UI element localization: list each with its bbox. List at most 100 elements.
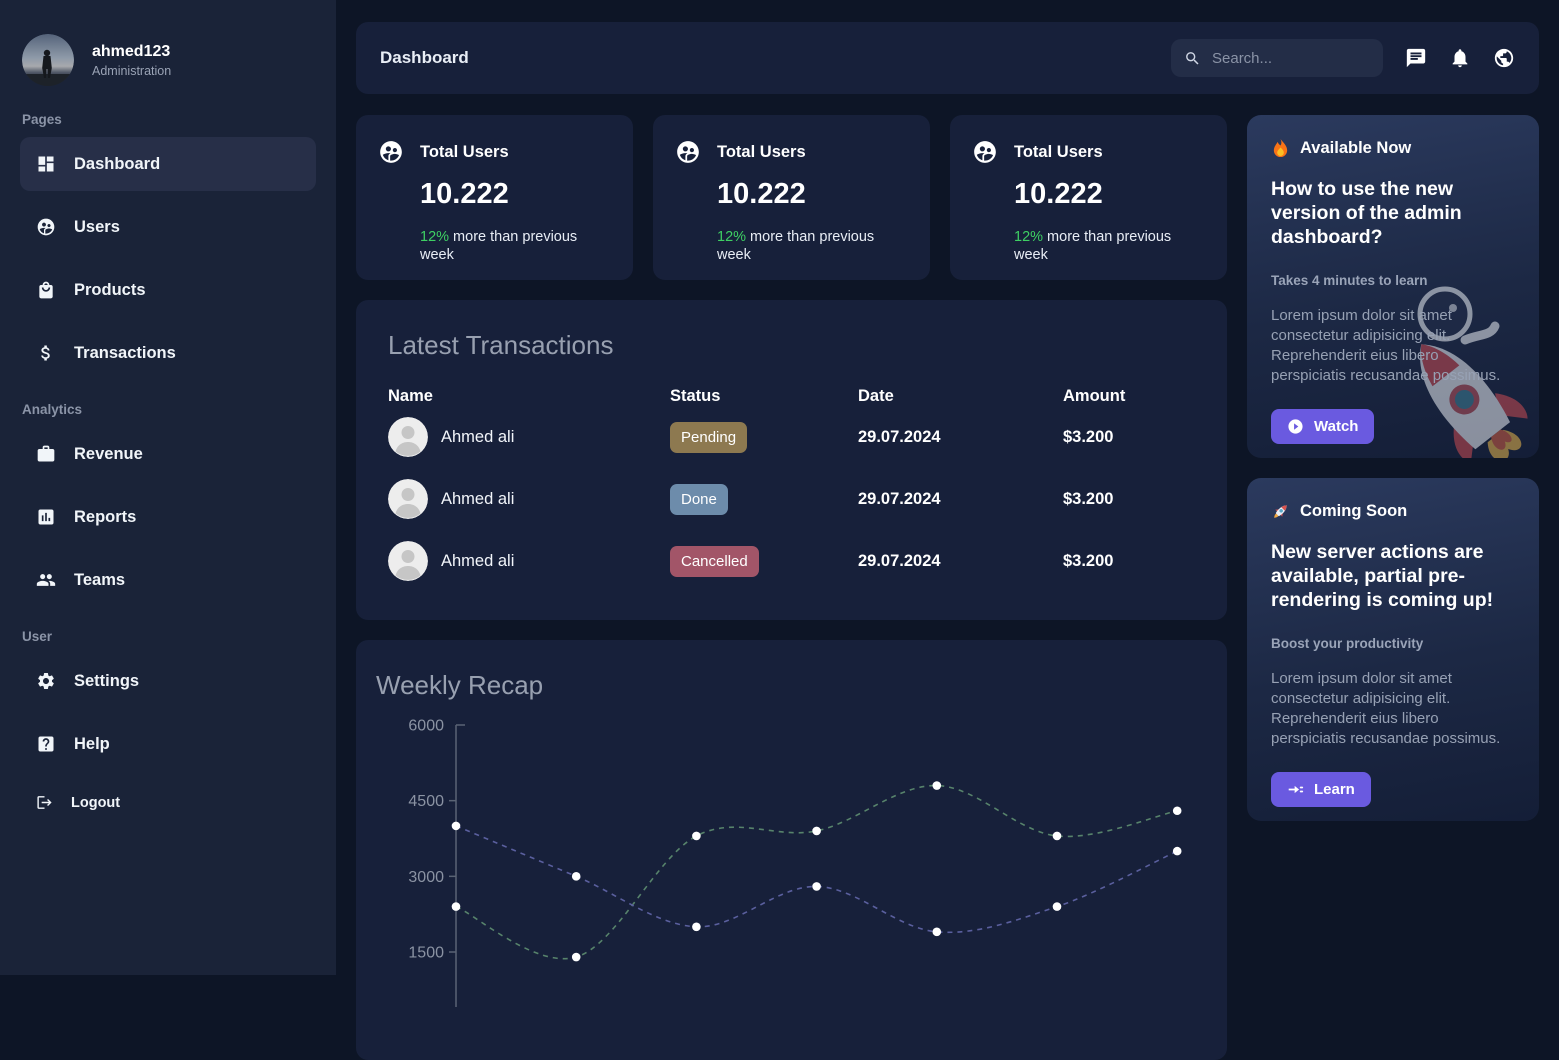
sidebar-item-label: Reports [74,508,136,527]
stat-value: 10.222 [420,178,611,211]
weekly-recap-chart: 1500300045006000 [376,707,1207,1007]
stat-percent: 12% [717,229,746,245]
sidebar-item-users[interactable]: Users [20,200,316,254]
stat-card-total-users: Total Users 10.222 12% more than previous … [950,115,1227,280]
status-badge: Cancelled [670,546,759,577]
nav-section-label: User [22,629,316,644]
profile-avatar [22,34,74,86]
sidebar-item-logout[interactable]: Logout [20,780,316,825]
transactions-title: Latest Transactions [388,330,1195,361]
sidebar-item-teams[interactable]: Teams [20,553,316,607]
promo-heading: New server actions are available, partia… [1271,541,1515,612]
weekly-recap-title: Weekly Recap [376,670,1207,701]
globe-icon [1493,47,1515,69]
transaction-amount: $3.200 [1063,428,1195,447]
transaction-row: Ahmed ali Pending 29.07.2024$3.200 [388,406,1195,468]
sidebar-item-label: Logout [71,795,120,811]
nav-section-label: Pages [22,112,316,127]
sidebar-item-products[interactable]: Products [20,263,316,317]
profile[interactable]: ahmed123 Administration [22,34,316,86]
users-circle-icon [972,139,998,165]
nav-section-label: Analytics [22,402,316,417]
sidebar-item-reports[interactable]: Reports [20,490,316,544]
left-column: Total Users 10.222 12% more than previous … [356,115,1227,1060]
language-button[interactable] [1493,47,1515,69]
search-icon [1184,50,1201,67]
stat-subtext: 12% more than previous week [1014,228,1184,264]
stat-subtext: 12% more than previous week [717,228,887,264]
dashboard-icon [36,154,56,174]
row-avatar [388,417,428,457]
transaction-date: 29.07.2024 [858,428,1063,447]
right-column: Available NowHow to use the new version … [1247,115,1539,1060]
logout-icon [36,794,53,811]
sidebar-item-label: Transactions [74,344,176,363]
watch-button[interactable]: Watch [1271,409,1374,444]
start-arrow-icon [1287,781,1304,798]
profile-photo [22,34,74,86]
bell-icon [1449,47,1471,69]
column-header-name: Name [388,387,670,406]
stat-percent: 12% [1014,229,1043,245]
status-badge: Pending [670,422,747,453]
promo-tag: Coming Soon [1271,502,1515,521]
column-header-status: Status [670,387,858,406]
promo-subtext: Takes 4 minutes to learn [1271,273,1515,288]
search-box[interactable] [1171,39,1383,77]
promo-tag: Available Now [1271,139,1515,158]
app-root: ahmed123 Administration Pages Dashboard Us… [0,0,1559,975]
sidebar-item-dashboard[interactable]: Dashboard [20,137,316,191]
sidebar-item-label: Users [74,218,120,237]
stat-value: 10.222 [1014,178,1205,211]
svg-text:3000: 3000 [408,869,444,886]
profile-role: Administration [92,64,171,78]
messages-button[interactable] [1405,47,1427,69]
stat-title: Total Users [420,143,509,162]
transaction-date: 29.07.2024 [858,552,1063,571]
stat-title: Total Users [717,143,806,162]
promo-body: Lorem ipsum dolor sit amet consectetur a… [1271,306,1515,386]
transaction-amount: $3.200 [1063,552,1195,571]
row-avatar [388,541,428,581]
column-header-amount: Amount [1063,387,1195,406]
transaction-name: Ahmed ali [441,428,514,447]
svg-text:1500: 1500 [408,945,444,962]
users-circle-icon [378,139,404,165]
profile-name: ahmed123 [92,43,171,61]
page-title: Dashboard [380,48,469,68]
settings-icon [36,671,56,691]
products-icon [36,280,56,300]
transactions-rows: Ahmed aliPending29.07.2024$3.200Ahmed al… [388,406,1195,592]
learn-button[interactable]: Learn [1271,772,1371,807]
transaction-row: Ahmed ali Cancelled 29.07.2024$3.200 [388,530,1195,592]
promo-card-available-now: Available NowHow to use the new version … [1247,115,1539,458]
row-avatar [388,479,428,519]
status-badge: Done [670,484,728,515]
sidebar-item-transactions[interactable]: Transactions [20,326,316,380]
svg-text:6000: 6000 [408,718,444,735]
stat-card-total-users: Total Users 10.222 12% more than previous … [356,115,633,280]
stat-subtext: 12% more than previous week [420,228,590,264]
stat-card-total-users: Total Users10.22212% more than previous … [653,115,930,280]
flame-icon [1271,139,1290,158]
sidebar-item-help[interactable]: Help [20,717,316,771]
transactions-icon [36,343,56,363]
notifications-button[interactable] [1449,47,1471,69]
transaction-name: Ahmed ali [441,552,514,571]
help-icon [36,734,56,754]
users-circle-icon [675,139,701,165]
sidebar-item-revenue[interactable]: Revenue [20,427,316,481]
users-icon [36,217,56,237]
promo-card-coming-soon: Coming Soon New server actions are availa… [1247,478,1539,821]
rocket-icon [1271,502,1290,521]
stat-title: Total Users [1014,143,1103,162]
search-input[interactable] [1210,49,1370,68]
main-area: Dashboard [336,0,1559,975]
sidebar-item-settings[interactable]: Settings [20,654,316,708]
teams-icon [36,570,56,590]
transaction-date: 29.07.2024 [858,490,1063,509]
sidebar-item-label: Help [74,735,110,754]
revenue-icon [36,444,56,464]
sidebar-item-label: Products [74,281,146,300]
transaction-name: Ahmed ali [441,490,514,509]
